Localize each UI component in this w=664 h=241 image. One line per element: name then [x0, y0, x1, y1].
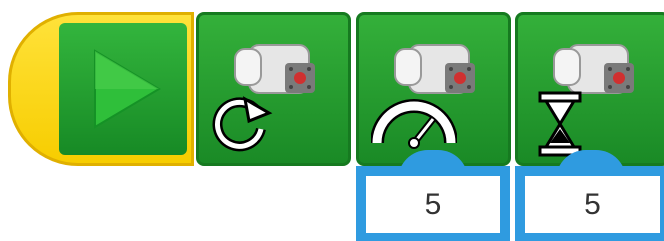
- motor-on-for-block[interactable]: [515, 12, 664, 166]
- speedometer-icon: [371, 99, 457, 149]
- motor-power-block[interactable]: [356, 12, 511, 166]
- power-input[interactable]: 5: [366, 176, 500, 233]
- start-block[interactable]: [8, 12, 194, 166]
- play-icon: [94, 49, 161, 129]
- rotate-arrow-icon: [212, 96, 273, 152]
- time-input[interactable]: 5: [525, 176, 660, 233]
- power-param: 5: [356, 166, 510, 241]
- motor-on-block[interactable]: [196, 12, 351, 166]
- time-param: 5: [515, 166, 664, 241]
- start-block-face: [59, 23, 187, 155]
- hourglass-icon: [538, 91, 582, 157]
